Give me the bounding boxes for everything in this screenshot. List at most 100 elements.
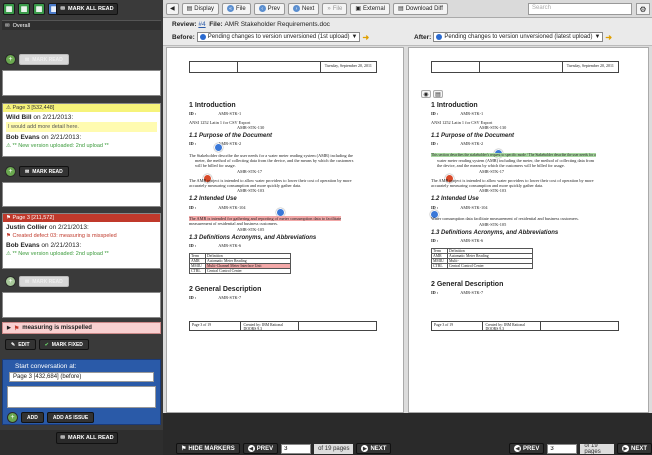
new-conversation-input[interactable]	[7, 386, 156, 408]
view-toggles: ◉ ▤	[421, 90, 443, 98]
page-number-input[interactable]	[547, 443, 578, 454]
reply-text: ⚠ ** New version uploaded: 2nd upload **	[6, 143, 109, 149]
comment-marker[interactable]	[214, 143, 223, 152]
after-selector: After: Pending changes to version unvers…	[414, 32, 613, 42]
comment-location[interactable]: ⚠ Page 3 [532,448]	[3, 104, 160, 112]
req-id: ID : AMR-STK-7	[431, 290, 484, 295]
right-arrow-icon: ›	[293, 5, 300, 12]
start-conversation-panel: Start conversation at: Page 3 [432,684] …	[2, 359, 161, 425]
defect-created-text: ⚑ Created defect 03: measuring is misspe…	[6, 233, 117, 239]
mark-read-icon: ✉	[25, 56, 30, 63]
version-icon	[199, 34, 206, 40]
definitions-table: Term Definition AMR Automatic Meter Readin…	[431, 248, 533, 269]
before-page: Tuesday, September 20, 2011 1 Introducti…	[167, 48, 403, 412]
page-header-box: Tuesday, September 20, 2011	[189, 61, 377, 73]
prev-page-button[interactable]: ◀ PREV	[242, 443, 279, 454]
edit-icon: ✎	[11, 341, 16, 348]
mark-read-button[interactable]: ✉ MARK READ	[19, 54, 69, 65]
external-button[interactable]: ▣ External	[350, 2, 391, 15]
comments-sidebar: ▦ ▦ ▦ ▦ ▦ ▦ ✉ MARK ALL READ ✉ Overall + …	[0, 0, 163, 455]
doc-text: the device, and the means by which the c…	[437, 163, 565, 168]
mark-read-icon: ✉	[25, 278, 30, 285]
swap-arrow-icon[interactable]: ➜	[362, 33, 369, 42]
double-right-icon: »	[327, 5, 331, 12]
settings-button[interactable]: ⚙	[636, 3, 650, 15]
doc-text: measurement of residential and business …	[189, 221, 279, 226]
page-footer-box: Page 3 of 19 Created by: IBM Rational DOO…	[431, 321, 619, 331]
req-id: ID : AMR-STK-6	[189, 243, 242, 248]
comment-1-reply-input[interactable]	[2, 182, 161, 207]
next-file-button[interactable]: » File	[322, 2, 348, 15]
swap-arrow-icon[interactable]: ➜	[605, 33, 612, 42]
review-header: Review: #4 File: AMR Stakeholder Require…	[163, 18, 652, 46]
next-page-button[interactable]: ▶ NEXT	[356, 443, 392, 454]
page-number-input[interactable]	[281, 443, 312, 454]
comment-1-actions: + ✉ MARK READ	[2, 163, 161, 180]
req-id: AMR-STK-130	[237, 125, 265, 130]
page-count: of 19 pages	[580, 443, 614, 455]
add-icon[interactable]: +	[5, 276, 16, 287]
edit-button[interactable]: ✎ EDIT	[5, 339, 36, 350]
start-location-field: Page 3 [432,684] (before)	[9, 372, 154, 382]
before-version-select[interactable]: Pending changes to version unversioned (…	[196, 32, 361, 42]
after-document-pane[interactable]: Tuesday, September 20, 2011 1 Introducti…	[408, 47, 649, 413]
left-arrow-icon: ‹	[258, 5, 266, 12]
req-id: AMR-STK-103	[237, 188, 265, 193]
marker-icon: ⚑	[181, 446, 187, 452]
filter-comments-icon[interactable]: ▦	[18, 3, 30, 15]
heading-introduction: 1 Introduction	[431, 102, 478, 109]
display-button[interactable]: ▤ Display	[181, 2, 219, 15]
mark-read-button[interactable]: ✉ MARK READ	[19, 166, 69, 177]
heading-purpose: 1.1 Purpose of the Document	[431, 133, 515, 139]
add-button[interactable]: ADD	[21, 412, 44, 423]
add-as-issue-button[interactable]: ADD AS ISSUE	[46, 412, 95, 423]
page-icon[interactable]: ▤	[433, 90, 443, 98]
definitions-table: Term Definition AMR Automatic Meter Readin…	[189, 253, 291, 274]
req-id: ID : AMR-STK-7	[189, 295, 242, 300]
mark-all-read-bottom-button[interactable]: ✉ MARK ALL READ	[56, 432, 118, 444]
prev-file-button[interactable]: «File	[221, 2, 251, 15]
search-input[interactable]: Search	[528, 3, 632, 15]
next-button[interactable]: › Next	[288, 2, 320, 15]
mark-fixed-button[interactable]: ✔ MARK FIXED	[38, 339, 89, 350]
req-id: ID : AMR-STK-1	[189, 111, 242, 116]
hide-markers-button[interactable]: ⚑ HIDE MARKERS	[176, 443, 240, 454]
eye-icon[interactable]: ◉	[421, 90, 431, 98]
add-icon[interactable]: +	[5, 54, 16, 65]
req-id: AMR-STK-17	[237, 169, 263, 174]
heading-general-description: 2 General Description	[189, 286, 262, 293]
req-id: AMR-STK-105	[237, 227, 265, 232]
sidebar-toggle-button[interactable]: ◀	[166, 2, 179, 15]
comment-location[interactable]: ⚑ Page 3 [211,572]	[3, 214, 160, 222]
review-id-link[interactable]: #4	[198, 21, 205, 28]
mark-all-read-top-button[interactable]: ✉ MARK ALL READ	[56, 3, 118, 15]
comment-2-reply-input[interactable]	[2, 292, 161, 318]
add-icon[interactable]: +	[7, 412, 18, 423]
next-page-button[interactable]: ▶ NEXT	[616, 443, 652, 454]
mark-read-button[interactable]: ✉ MARK READ	[19, 276, 69, 287]
version-icon	[436, 34, 443, 40]
prev-button[interactable]: ‹ Prev	[253, 2, 285, 15]
heading-introduction: 1 Introduction	[189, 102, 236, 109]
left-arrow-icon: ◀	[247, 445, 255, 452]
overall-header[interactable]: ✉ Overall	[2, 20, 161, 30]
req-id: AMR-STK-103	[479, 188, 507, 193]
before-document-pane[interactable]: Tuesday, September 20, 2011 1 Introducti…	[166, 47, 404, 413]
filter-all-icon[interactable]: ▦	[3, 3, 15, 15]
req-id: ID : AMR-STK-104	[189, 205, 246, 210]
right-arrow-icon: ▶	[361, 445, 369, 452]
defect-item[interactable]: ▶ ⚑ measuring is misspelled	[2, 322, 161, 334]
reply-author: Bob Evans on 2/21/2013:	[6, 242, 82, 249]
filter-new-icon[interactable]: ▦	[33, 3, 45, 15]
before-selector: Before: Pending changes to version unver…	[172, 32, 370, 42]
add-icon[interactable]: +	[5, 166, 16, 177]
prev-page-button[interactable]: ◀ PREV	[509, 443, 545, 454]
overall-reply-input[interactable]	[2, 70, 161, 96]
download-diff-button[interactable]: ▤ Download Diff	[393, 2, 448, 15]
heading-general-description: 2 General Description	[431, 281, 504, 288]
heading-intended-use: 1.2 Intended Use	[189, 196, 237, 202]
after-version-select[interactable]: Pending changes to version unversioned (…	[433, 32, 604, 42]
expand-icon[interactable]: ▶	[7, 325, 11, 331]
comment-thread-2: ⚑ Page 3 [211,572] Justin Collier on 2/2…	[2, 213, 161, 269]
conversation-icon: ✉	[5, 22, 10, 29]
